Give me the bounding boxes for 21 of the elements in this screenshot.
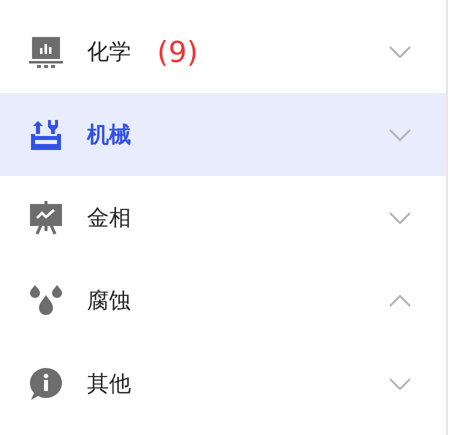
chevron-down-icon bbox=[389, 46, 411, 58]
chevron-down-icon bbox=[389, 378, 411, 390]
droplets-icon bbox=[29, 284, 63, 318]
menu-item[interactable]: 其他 bbox=[0, 342, 446, 425]
menu-item[interactable]: 化学 (9) bbox=[0, 10, 446, 93]
toolbox-icon bbox=[29, 118, 63, 152]
menu-item[interactable]: 机械 bbox=[0, 93, 446, 176]
info-bubble-icon bbox=[29, 366, 63, 400]
chevron-down-icon bbox=[389, 212, 411, 224]
menu-item-label: 机械 bbox=[87, 122, 131, 150]
monitor-chart-icon bbox=[29, 34, 63, 68]
menu-item[interactable]: 金相 bbox=[0, 176, 446, 259]
item-count: (9) bbox=[157, 34, 198, 68]
menu-item-label: 化学 bbox=[87, 38, 131, 66]
presentation-chart-icon bbox=[29, 200, 63, 234]
chevron-down-icon bbox=[389, 128, 411, 140]
menu-item[interactable]: 腐蚀 bbox=[0, 259, 446, 342]
menu-item-label: 腐蚀 bbox=[87, 288, 131, 316]
chevron-up-icon bbox=[389, 294, 411, 306]
menu-item-label: 其他 bbox=[87, 370, 131, 398]
menu-item-label: 金相 bbox=[87, 204, 131, 232]
